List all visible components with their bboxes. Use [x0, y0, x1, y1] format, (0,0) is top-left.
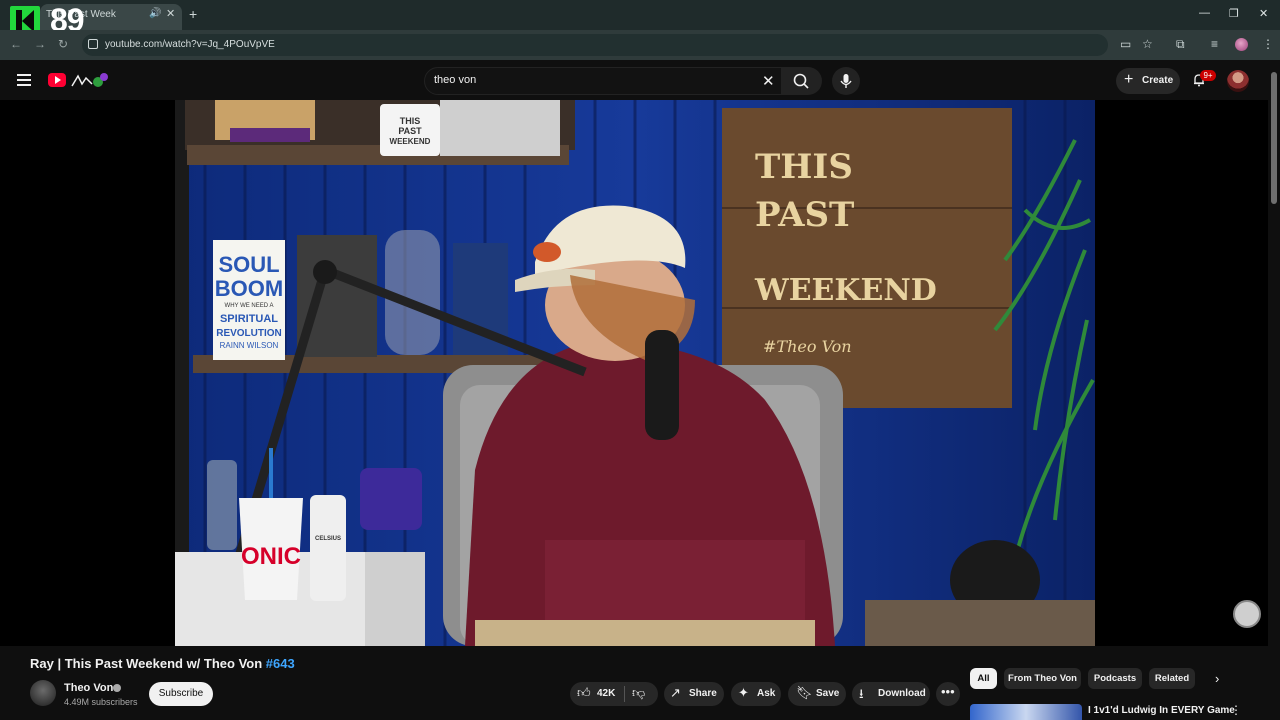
subscribe-button[interactable]: Subscribe	[149, 682, 213, 706]
video-title-main: Ray | This Past Weekend w/ Theo Von	[30, 656, 266, 671]
sparkle-icon: ✦	[738, 685, 749, 700]
related-video-thumbnail[interactable]	[970, 704, 1082, 720]
back-icon[interactable]: ←	[10, 37, 22, 51]
book-author: RAINN WILSON	[220, 341, 279, 350]
dislike-icon[interactable]: 👎︎	[632, 685, 645, 701]
video-title: Ray | This Past Weekend w/ Theo Von #643	[30, 656, 295, 671]
like-count[interactable]: 42K	[597, 688, 615, 699]
notification-badge: 9+	[1200, 70, 1216, 81]
book-subtitle-3: REVOLUTION	[216, 328, 282, 339]
new-tab-icon[interactable]: +	[189, 6, 197, 22]
book-title-1: SOUL	[218, 252, 279, 277]
chip-from-channel[interactable]: From Theo Von	[1004, 668, 1081, 689]
chevron-right-icon[interactable]: ›	[1215, 671, 1219, 686]
channel-avatar[interactable]	[30, 680, 56, 706]
more-horizontal-icon: •••	[941, 684, 955, 699]
page-scrollbar-thumb[interactable]	[1271, 72, 1277, 204]
floating-sticker-avatar	[1233, 600, 1261, 628]
subscriber-count: 4.49M subscribers	[64, 697, 138, 707]
book-subtitle-2: SPIRITUAL	[220, 313, 278, 325]
mug-text-2: PAST	[398, 126, 422, 136]
minimize-icon[interactable]: —	[1199, 7, 1210, 19]
search-button[interactable]	[782, 67, 822, 95]
like-divider	[624, 686, 625, 702]
voice-search-button[interactable]	[832, 67, 860, 95]
book-title-2: BOOM	[215, 276, 283, 301]
more-vertical-icon[interactable]: ⋮	[1230, 703, 1242, 717]
forward-icon[interactable]: →	[34, 37, 46, 51]
mug-text-1: THIS	[400, 116, 421, 126]
sign-line-1: THIS	[755, 147, 853, 187]
hamburger-menu-icon[interactable]	[17, 74, 31, 86]
book-subtitle-1: WHY WE NEED A	[225, 303, 274, 309]
browser-menu-icon[interactable]: ⋮	[1262, 37, 1274, 51]
share-icon: ↗	[670, 685, 681, 700]
youtube-logo-icon[interactable]	[48, 73, 66, 87]
video-hashtag[interactable]: #643	[266, 656, 295, 671]
cast-icon[interactable]: ▭	[1120, 37, 1131, 51]
sign-line-3: WEEKEND	[754, 273, 937, 308]
create-label: Create	[1142, 75, 1174, 86]
search-icon	[793, 73, 809, 89]
media-control-icon[interactable]: ≡	[1211, 37, 1218, 51]
ask-label: Ask	[757, 688, 776, 699]
can-text: CELSIUS	[315, 536, 341, 542]
video-player[interactable]: THIS PAST WEEKEND SOUL BOOM WHY WE NEED …	[175, 100, 1095, 646]
share-label: Share	[689, 688, 717, 699]
sign-line-4: #Theo Von	[763, 337, 852, 356]
sign-line-2: PAST	[755, 195, 854, 235]
bookmark-star-icon[interactable]: ☆	[1142, 37, 1153, 51]
url-text[interactable]: youtube.com/watch?v=Jq_4POuVpVE	[105, 39, 275, 50]
account-avatar[interactable]	[1227, 70, 1249, 92]
save-label: Save	[816, 688, 840, 699]
mug-text-3: WEEKEND	[390, 137, 431, 146]
verified-icon	[113, 684, 121, 692]
extensions-icon[interactable]: ⧉	[1176, 37, 1185, 52]
clear-search-icon[interactable]: ✕	[762, 72, 775, 90]
chip-podcasts[interactable]: Podcasts	[1088, 668, 1142, 689]
youtube-doodle-icon[interactable]	[70, 70, 110, 90]
cup-text: ONIC	[241, 543, 301, 570]
close-window-icon[interactable]: ✕	[1259, 7, 1268, 20]
plus-icon: +	[1124, 71, 1134, 88]
chip-related[interactable]: Related	[1149, 668, 1195, 689]
related-video-title[interactable]: I 1v1'd Ludwig In EVERY Game	[1088, 705, 1235, 716]
bookmark-icon: 🔖︎	[796, 685, 813, 700]
channel-name[interactable]: Theo Von	[64, 682, 113, 694]
like-icon[interactable]: 👍︎	[577, 685, 591, 701]
browser-profile-avatar[interactable]	[1235, 38, 1248, 51]
video-frame: THIS PAST WEEKEND SOUL BOOM WHY WE NEED …	[175, 100, 1095, 646]
speaker-icon[interactable]: 🔊	[149, 8, 161, 19]
site-info-icon[interactable]	[88, 39, 98, 49]
chip-all[interactable]: All	[970, 668, 997, 689]
reload-icon[interactable]: ↻	[58, 37, 68, 51]
download-label: Download	[878, 688, 926, 699]
download-icon: ⭳	[859, 686, 864, 701]
close-tab-icon[interactable]: ✕	[166, 7, 175, 20]
restore-icon[interactable]: ❐	[1229, 7, 1239, 20]
microphone-icon	[840, 74, 852, 88]
search-input[interactable]	[434, 74, 734, 86]
